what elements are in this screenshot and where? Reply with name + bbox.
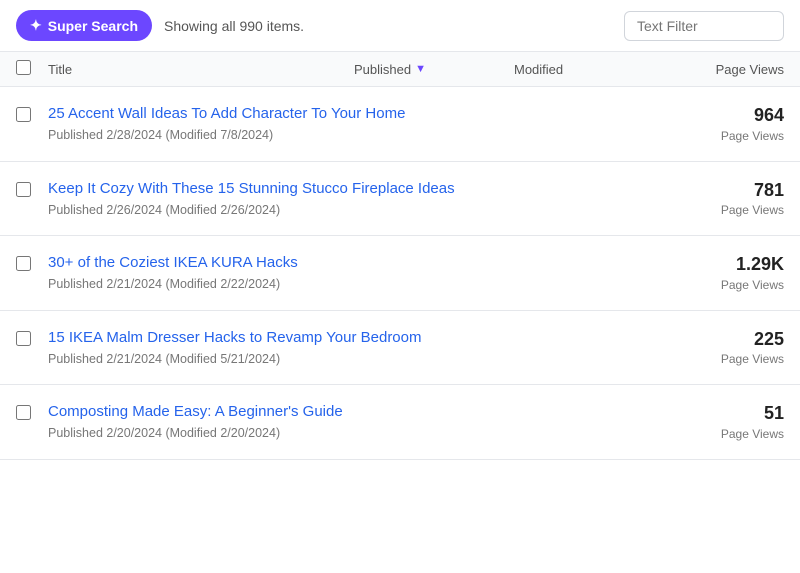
item-checkbox[interactable]	[16, 182, 31, 197]
item-checkbox[interactable]	[16, 405, 31, 420]
item-title-link[interactable]: Keep It Cozy With These 15 Stunning Stuc…	[48, 180, 674, 197]
item-meta: Published 2/21/2024 (Modified 2/22/2024)	[48, 277, 280, 291]
item-content: 30+ of the Coziest IKEA KURA Hacks Publi…	[48, 254, 674, 291]
sparkle-icon: ✦	[30, 17, 42, 34]
items-list: 25 Accent Wall Ideas To Add Character To…	[0, 87, 800, 460]
item-title-link[interactable]: 25 Accent Wall Ideas To Add Character To…	[48, 105, 674, 122]
header-pageviews: Page Views	[674, 62, 784, 77]
header-check-col	[16, 60, 48, 78]
pageviews-count: 1.29K	[674, 254, 784, 276]
list-item: 25 Accent Wall Ideas To Add Character To…	[0, 87, 800, 162]
item-pageviews: 781 Page Views	[674, 180, 784, 218]
item-content: 15 IKEA Malm Dresser Hacks to Revamp You…	[48, 329, 674, 366]
pageviews-count: 225	[674, 329, 784, 351]
header-modified: Modified	[514, 62, 674, 77]
header-title: Title	[48, 62, 354, 77]
pageviews-count: 781	[674, 180, 784, 202]
item-checkbox-col	[16, 329, 48, 349]
pageviews-count: 964	[674, 105, 784, 127]
item-pageviews: 51 Page Views	[674, 403, 784, 441]
item-meta: Published 2/28/2024 (Modified 7/8/2024)	[48, 128, 273, 142]
item-content: Composting Made Easy: A Beginner's Guide…	[48, 403, 674, 440]
item-checkbox[interactable]	[16, 331, 31, 346]
header-published[interactable]: Published ▼	[354, 62, 514, 77]
super-search-label: Super Search	[48, 18, 138, 34]
item-checkbox-col	[16, 105, 48, 125]
list-item: Composting Made Easy: A Beginner's Guide…	[0, 385, 800, 460]
text-filter-input[interactable]	[624, 11, 784, 41]
item-meta: Published 2/26/2024 (Modified 2/26/2024)	[48, 203, 280, 217]
item-title-link[interactable]: 15 IKEA Malm Dresser Hacks to Revamp You…	[48, 329, 674, 346]
list-item: Keep It Cozy With These 15 Stunning Stuc…	[0, 162, 800, 237]
item-content: Keep It Cozy With These 15 Stunning Stuc…	[48, 180, 674, 217]
pageviews-label: Page Views	[721, 129, 784, 143]
item-meta: Published 2/21/2024 (Modified 5/21/2024)	[48, 352, 280, 366]
pageviews-label: Page Views	[721, 352, 784, 366]
sort-arrow-icon: ▼	[415, 63, 426, 75]
item-meta: Published 2/20/2024 (Modified 2/20/2024)	[48, 426, 280, 440]
select-all-checkbox[interactable]	[16, 60, 31, 75]
pageviews-label: Page Views	[721, 278, 784, 292]
item-checkbox[interactable]	[16, 256, 31, 271]
item-pageviews: 225 Page Views	[674, 329, 784, 367]
item-pageviews: 964 Page Views	[674, 105, 784, 143]
item-title-link[interactable]: Composting Made Easy: A Beginner's Guide	[48, 403, 674, 420]
list-item: 30+ of the Coziest IKEA KURA Hacks Publi…	[0, 236, 800, 311]
item-title-link[interactable]: 30+ of the Coziest IKEA KURA Hacks	[48, 254, 674, 271]
super-search-button[interactable]: ✦ Super Search	[16, 10, 152, 41]
table-header: Title Published ▼ Modified Page Views	[0, 52, 800, 87]
pageviews-label: Page Views	[721, 427, 784, 441]
pageviews-label: Page Views	[721, 203, 784, 217]
item-pageviews: 1.29K Page Views	[674, 254, 784, 292]
item-checkbox-col	[16, 254, 48, 274]
pageviews-count: 51	[674, 403, 784, 425]
toolbar: ✦ Super Search Showing all 990 items.	[0, 0, 800, 52]
item-checkbox[interactable]	[16, 107, 31, 122]
item-content: 25 Accent Wall Ideas To Add Character To…	[48, 105, 674, 142]
list-item: 15 IKEA Malm Dresser Hacks to Revamp You…	[0, 311, 800, 386]
showing-count: Showing all 990 items.	[164, 18, 612, 34]
item-checkbox-col	[16, 180, 48, 200]
item-checkbox-col	[16, 403, 48, 423]
